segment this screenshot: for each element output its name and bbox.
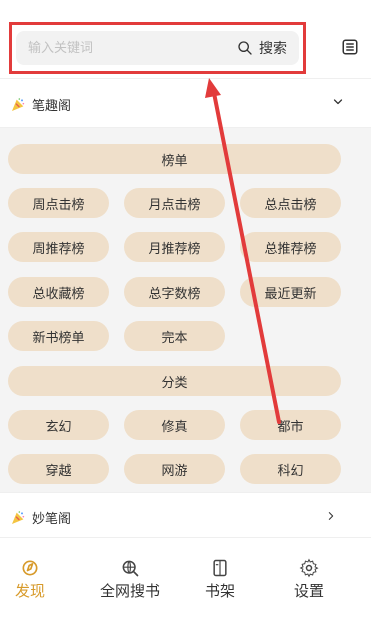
tab-label: 发现	[14, 582, 45, 600]
rank-item[interactable]: 周点击榜	[8, 188, 109, 218]
tab-web-search[interactable]: 全网搜书	[90, 558, 170, 606]
gear-icon	[299, 558, 319, 578]
tab-bookshelf[interactable]: 书架	[180, 558, 260, 606]
chevron-right-icon	[328, 512, 334, 520]
section-header-biquge[interactable]: 笔趣阁	[0, 78, 371, 128]
search-bar[interactable]: 搜索	[16, 31, 299, 65]
rank-item[interactable]: 完本	[124, 321, 225, 351]
category-item[interactable]: 网游	[124, 454, 225, 484]
section-header-miaobige[interactable]: 妙笔阁	[0, 492, 371, 538]
tab-discover[interactable]: 发现	[0, 558, 70, 606]
category-item[interactable]: 玄幻	[8, 410, 109, 440]
search-button[interactable]: 搜索	[237, 38, 287, 58]
section-title: 妙笔阁	[32, 512, 72, 527]
group-title-category[interactable]: 分类	[8, 366, 341, 396]
section-title-wrap: 笔趣阁	[10, 95, 71, 114]
rank-item[interactable]: 总字数榜	[124, 277, 225, 307]
tab-label: 设置	[293, 582, 324, 600]
category-item[interactable]: 都市	[240, 410, 341, 440]
rank-item[interactable]: 总点击榜	[240, 188, 341, 218]
globe-search-icon	[122, 560, 139, 577]
chevron-down-icon	[333, 99, 343, 105]
rank-item[interactable]: 月点击榜	[124, 188, 225, 218]
tab-label: 全网搜书	[99, 582, 160, 600]
tab-label: 书架	[204, 582, 235, 600]
app-screen: 搜索 笔趣阁 榜单 周点击榜 月点击榜	[0, 0, 371, 618]
tab-settings[interactable]: 设置	[269, 558, 349, 606]
rank-item[interactable]: 总收藏榜	[8, 277, 109, 307]
rank-item[interactable]: 新书榜单	[8, 321, 109, 351]
rank-item[interactable]: 月推荐榜	[124, 232, 225, 262]
group-title-rank[interactable]: 榜单	[8, 144, 341, 174]
compass-icon	[22, 560, 38, 576]
bottom-navigation: 发现 全网搜书 书架 设置	[0, 538, 371, 618]
search-icon	[238, 41, 252, 55]
category-panel: 榜单 周点击榜 月点击榜 总点击榜 周推荐榜 月推荐榜 总推荐榜 总收藏榜 总字…	[0, 128, 371, 492]
search-highlight-box: 搜索	[9, 22, 306, 74]
rank-item[interactable]: 总推荐榜	[240, 232, 341, 262]
list-menu-icon[interactable]	[341, 38, 359, 56]
search-input[interactable]	[28, 39, 198, 57]
category-item[interactable]: 科幻	[240, 454, 341, 484]
party-popper-icon	[12, 97, 25, 111]
rank-item[interactable]: 周推荐榜	[8, 232, 109, 262]
top-bar: 搜索	[0, 0, 371, 78]
category-item[interactable]: 穿越	[8, 454, 109, 484]
party-popper-icon	[12, 510, 25, 524]
category-item[interactable]: 修真	[124, 410, 225, 440]
book-icon	[213, 559, 227, 577]
section-title-wrap: 妙笔阁	[10, 508, 71, 527]
section-title: 笔趣阁	[32, 99, 72, 114]
search-button-label: 搜索	[259, 41, 287, 57]
rank-item[interactable]: 最近更新	[240, 277, 341, 307]
